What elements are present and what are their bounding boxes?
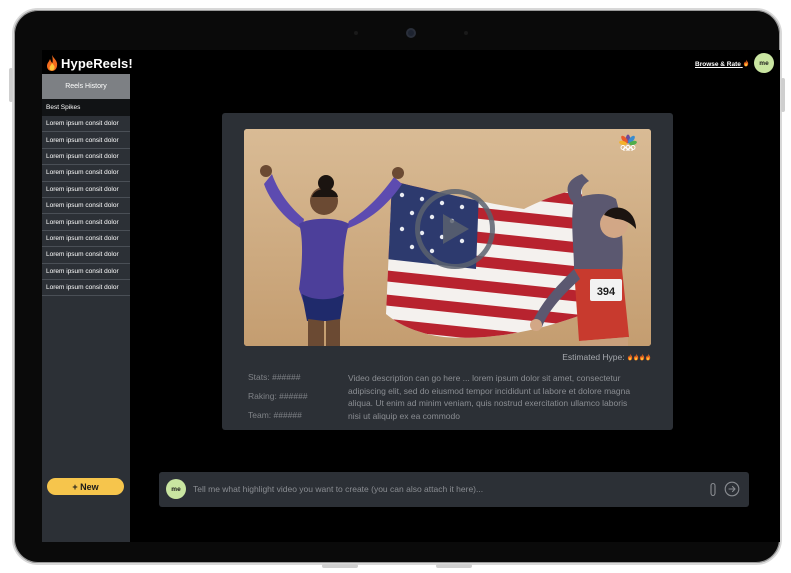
history-item[interactable]: Lorem ipsum consit dolor [42, 247, 130, 264]
raking-line: Raking: ###### [248, 391, 308, 401]
sensor-dot [354, 31, 358, 35]
sidebar-item-best-spikes[interactable]: Best Spikes [42, 99, 130, 116]
chat-bar: me [159, 472, 749, 507]
user-avatar[interactable]: me [754, 53, 774, 73]
app-logo[interactable]: HypeReels! [45, 53, 133, 73]
browse-rate-label: Browse & Rate [695, 61, 741, 68]
video-stats: Stats: ###### Raking: ###### Team: #####… [248, 372, 308, 429]
history-item[interactable]: Lorem ipsum consit dolor [42, 182, 130, 198]
history-list: Lorem ipsum consit dolor Lorem ipsum con… [42, 116, 130, 297]
bottom-button [436, 564, 472, 568]
send-icon[interactable] [724, 481, 740, 497]
volume-button [9, 68, 13, 102]
play-icon[interactable] [415, 189, 495, 269]
hype-rating [627, 352, 651, 362]
video-player[interactable]: 394 [244, 129, 651, 346]
flame-icon [47, 55, 58, 71]
new-reel-button[interactable]: + New [47, 478, 124, 495]
bottom-button [322, 564, 358, 568]
nbc-logo-icon [619, 134, 637, 151]
app-screen: HypeReels! Reels History Best Spikes Lor… [42, 50, 780, 542]
history-item[interactable]: Lorem ipsum consit dolor [42, 165, 130, 182]
video-card: 394 Estimated Hype: Stats: ###### Raking… [222, 113, 673, 430]
tablet-frame: HypeReels! Reels History Best Spikes Lor… [12, 8, 782, 565]
sidebar: Reels History Best Spikes Lorem ipsum co… [42, 74, 130, 542]
sensor-dot [464, 31, 468, 35]
fire-icon [743, 59, 748, 67]
team-line: Team: ###### [248, 410, 302, 420]
fire-icon [645, 353, 651, 361]
play-triangle-icon [443, 214, 469, 244]
app-name: HypeReels! [61, 55, 133, 71]
video-description: Video description can go here ... lorem … [348, 373, 631, 421]
bib-number: 394 [597, 286, 616, 298]
chat-user-avatar: me [166, 479, 186, 499]
browse-rate-link[interactable]: Browse & Rate [695, 59, 749, 68]
history-item[interactable]: Lorem ipsum consit dolor [42, 116, 130, 133]
history-item[interactable]: Lorem ipsum consit dolor [42, 280, 130, 297]
history-item[interactable]: Lorem ipsum consit dolor [42, 231, 130, 248]
reels-history-header[interactable]: Reels History [42, 74, 130, 99]
estimated-hype-label: Estimated Hype: [562, 352, 625, 362]
camera-icon [406, 28, 416, 38]
chat-input[interactable] [193, 481, 693, 497]
history-item[interactable]: Lorem ipsum consit dolor [42, 132, 130, 149]
stats-line: Stats: ###### [248, 372, 301, 382]
history-item[interactable]: Lorem ipsum consit dolor [42, 149, 130, 166]
history-item[interactable]: Lorem ipsum consit dolor [42, 198, 130, 215]
power-button [781, 78, 785, 112]
paperclip-icon[interactable] [707, 482, 719, 497]
estimated-hype: Estimated Hype: [562, 352, 651, 362]
history-item[interactable]: Lorem ipsum consit dolor [42, 264, 130, 280]
history-item[interactable]: Lorem ipsum consit dolor [42, 214, 130, 231]
